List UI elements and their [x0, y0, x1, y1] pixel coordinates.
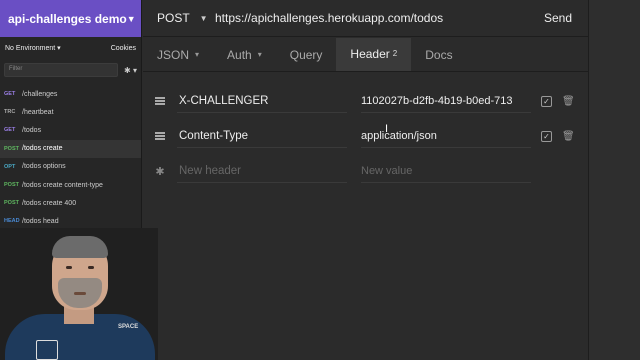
request-method-badge: GET: [4, 91, 16, 98]
tab-header[interactable]: Header 2: [336, 38, 412, 71]
header-count-badge: 2: [392, 49, 398, 58]
new-header-row: ✱ New header New value: [143, 156, 588, 186]
gear-icon[interactable]: ✱ ▾: [124, 66, 137, 75]
sidebar-request-item[interactable]: POST/todos create 400: [0, 194, 141, 212]
enable-checkbox[interactable]: ✓: [541, 130, 552, 142]
request-method-badge: POST: [4, 200, 19, 207]
mouse-cursor-icon: I: [385, 123, 389, 135]
chevron-down-icon: ▼: [199, 13, 208, 23]
request-method-badge: GET: [4, 127, 16, 134]
request-method-badge: TRC: [4, 109, 16, 116]
tab-docs[interactable]: Docs: [411, 38, 466, 71]
tab-json[interactable]: JSON ▾: [143, 38, 213, 71]
workspace-title: api-challenges demo: [8, 11, 127, 26]
url-bar: POST ▼ https://apichallenges.herokuapp.c…: [143, 0, 588, 37]
drag-handle-icon[interactable]: [143, 97, 177, 105]
request-method-badge: POST: [4, 145, 19, 152]
request-method-badge: HEAD: [4, 218, 20, 225]
url-input[interactable]: https://apichallenges.herokuapp.com/todo…: [213, 11, 544, 25]
cookies-button[interactable]: Cookies: [111, 45, 136, 52]
request-method-badge: POST: [4, 182, 19, 189]
chevron-down-icon: ▾: [257, 50, 262, 59]
header-value-field[interactable]: 1102027b-d2fb-4b19-b0ed-713: [361, 89, 531, 113]
filter-input[interactable]: Filter: [4, 63, 119, 77]
new-header-name-field[interactable]: New header: [177, 159, 347, 183]
method-label: POST: [157, 11, 190, 25]
request-name: /todos: [22, 126, 42, 134]
request-name: /todos options: [22, 163, 66, 171]
header-row: X-CHALLENGER 1102027b-d2fb-4b19-b0ed-713…: [143, 86, 588, 116]
shirt-logo: [36, 340, 58, 360]
chevron-down-icon: ▾: [195, 50, 200, 59]
webcam-overlay: SPACE: [0, 228, 158, 360]
chevron-down-icon: ▼: [126, 13, 136, 24]
environment-row: No Environment ▾ Cookies: [0, 37, 141, 59]
sidebar-request-item[interactable]: OPT/todos options: [0, 158, 141, 176]
request-name: /todos create: [22, 145, 63, 153]
new-header-value-field[interactable]: New value: [361, 159, 531, 183]
sidebar-request-item[interactable]: GET/todos: [0, 121, 141, 139]
drag-handle-icon[interactable]: [143, 132, 177, 140]
response-pane: [588, 0, 640, 360]
sidebar-request-item[interactable]: GET/challenges: [0, 85, 141, 103]
trash-icon[interactable]: 🗑: [562, 131, 575, 142]
enable-checkbox[interactable]: ✓: [541, 95, 552, 107]
sidebar-request-item[interactable]: TRC/heartbeat: [0, 103, 141, 121]
request-name: /challenges: [22, 90, 58, 98]
environment-selector[interactable]: No Environment ▾: [5, 44, 61, 52]
send-button[interactable]: Send: [544, 11, 588, 25]
tab-query[interactable]: Query: [276, 38, 337, 71]
sidebar-request-item[interactable]: POST/todos create content-type: [0, 176, 141, 194]
trash-icon[interactable]: 🗑: [562, 96, 575, 107]
request-name: /heartbeat: [22, 108, 54, 116]
request-name: /todos create content-type: [22, 181, 103, 189]
workspace-header[interactable]: api-challenges demo ▼: [0, 0, 141, 37]
header-name-field[interactable]: Content-Type: [177, 124, 347, 148]
gear-icon[interactable]: ✱: [143, 165, 177, 178]
request-name: /todos head: [22, 217, 59, 225]
filter-row: Filter ✱ ▾: [0, 59, 141, 81]
request-method-badge: OPT: [4, 163, 16, 170]
header-name-field[interactable]: X-CHALLENGER: [177, 89, 347, 113]
header-row: Content-Type application/json ✓ 🗑: [143, 121, 588, 151]
request-tabs: JSON ▾ Auth ▾ Query Header 2 Docs: [143, 38, 588, 72]
shirt-text: SPACE: [118, 324, 139, 330]
method-selector[interactable]: POST ▼: [143, 11, 213, 25]
request-name: /todos create 400: [22, 199, 77, 207]
sidebar-request-item[interactable]: POST/todos create: [0, 139, 141, 158]
tab-auth[interactable]: Auth ▾: [213, 38, 276, 71]
